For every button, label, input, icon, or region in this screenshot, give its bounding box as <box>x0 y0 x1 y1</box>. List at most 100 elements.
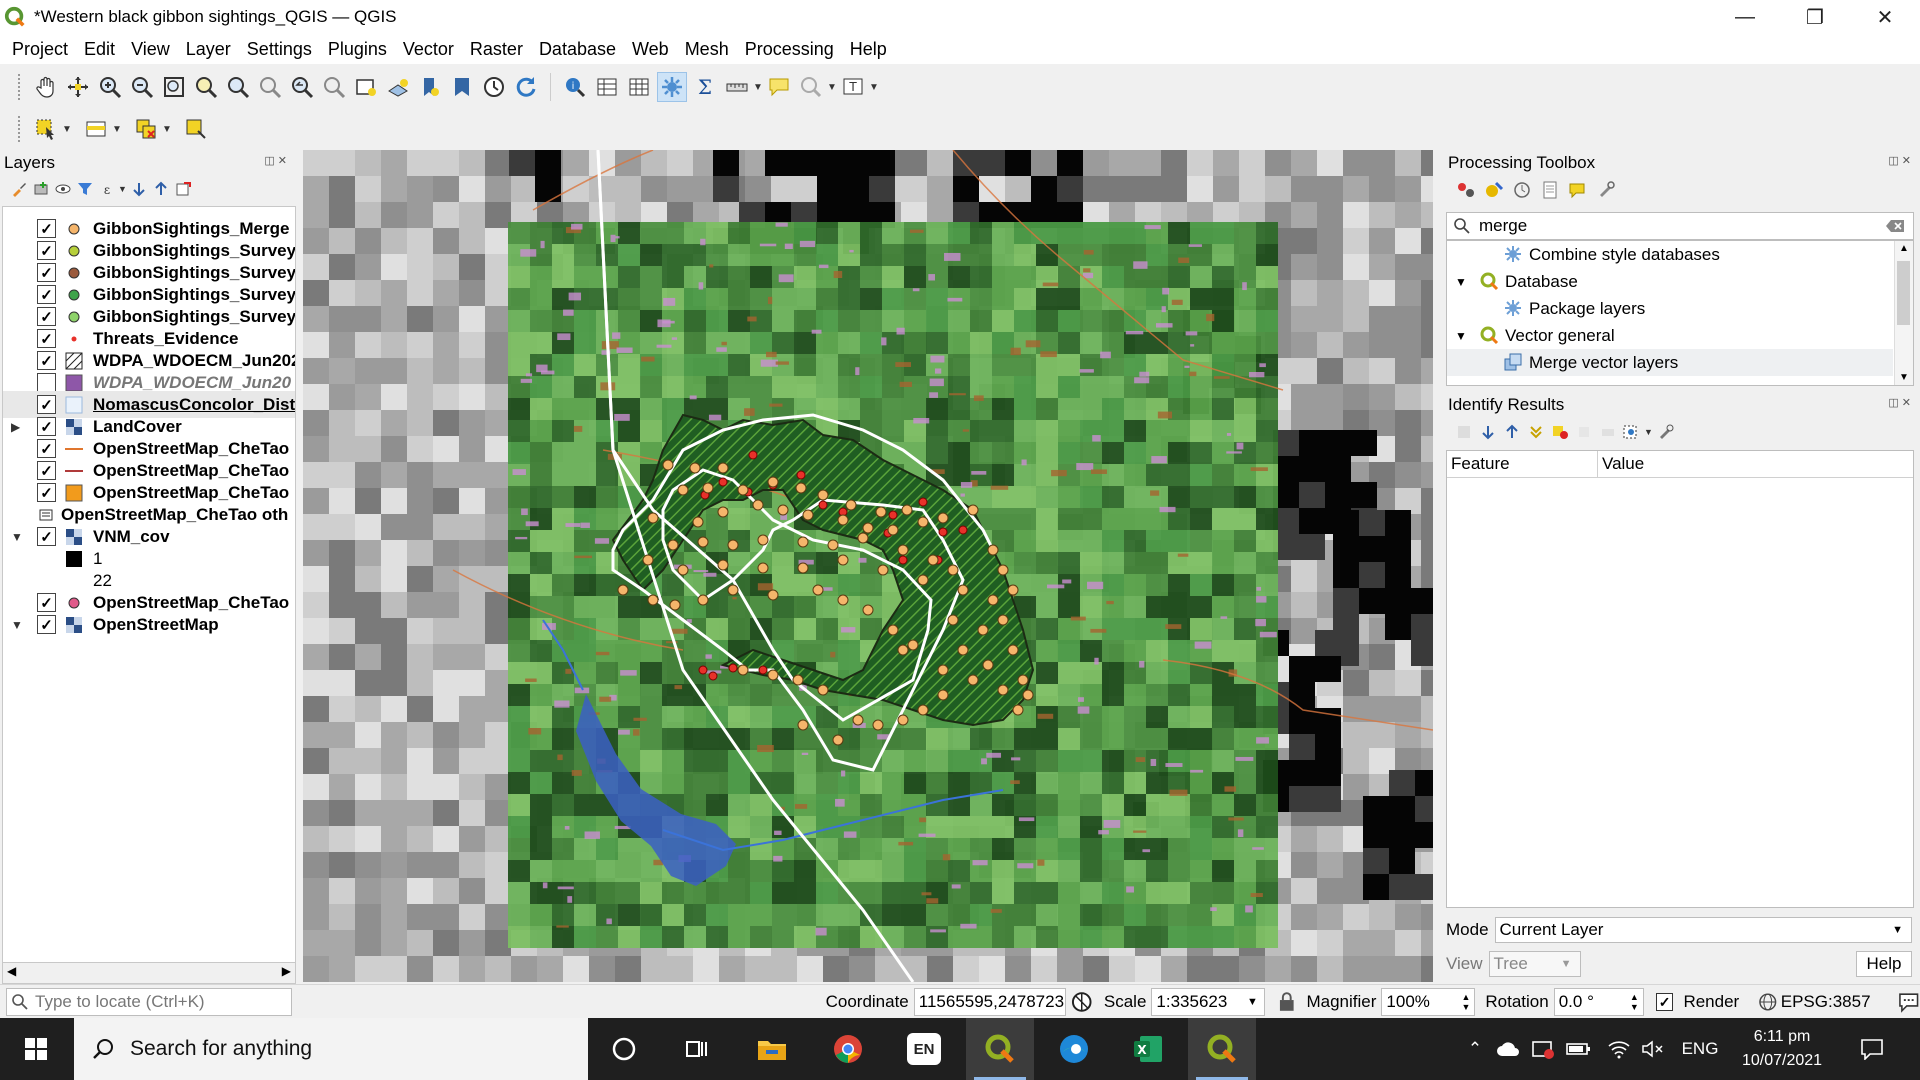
style-manager-icon[interactable] <box>8 179 30 199</box>
locator-icon[interactable] <box>797 73 825 101</box>
text-annotation-icon[interactable]: T <box>839 73 867 101</box>
expand-all-icon[interactable] <box>128 179 150 199</box>
view-select[interactable]: Tree ▼ <box>1488 951 1581 977</box>
toolbox-provider-row[interactable]: ▼ Vector general <box>1447 322 1893 349</box>
layer-visibility-checkbox[interactable]: ✓ <box>37 395 56 414</box>
layer-visibility-checkbox[interactable]: ✓ <box>37 439 56 458</box>
temporal-controller-icon[interactable] <box>480 73 508 101</box>
chevron-down-icon[interactable]: ▼ <box>753 82 763 93</box>
layer-visibility-checkbox[interactable]: ✓ <box>37 461 56 480</box>
history-icon[interactable] <box>1508 179 1536 201</box>
rotation-spinbox[interactable]: 0.0 ° ▲ ▼ <box>1553 988 1644 1016</box>
spin-arrows-icon[interactable]: ▲ ▼ <box>1630 992 1639 1012</box>
chevron-down-icon[interactable]: ▼ <box>869 82 879 93</box>
chevron-down-icon[interactable]: ▼ <box>1644 427 1654 437</box>
zoom-in-icon[interactable] <box>96 73 124 101</box>
chevron-down-icon[interactable]: ▼ <box>62 124 72 135</box>
coordinate-field[interactable]: 11565595,2478723 <box>913 988 1067 1016</box>
field-calculator-icon[interactable]: Σ <box>691 73 719 101</box>
layer-visibility-checkbox[interactable]: ✓ <box>37 483 56 502</box>
layer-visibility-checkbox[interactable]: ✓ <box>37 263 56 282</box>
language-indicator[interactable]: ENG <box>1680 1018 1720 1080</box>
menu-mesh[interactable]: Mesh <box>677 39 737 60</box>
select-features-icon[interactable] <box>32 115 60 143</box>
menu-settings[interactable]: Settings <box>239 39 320 60</box>
show-bookmarks-icon[interactable] <box>448 73 476 101</box>
defender-icon[interactable] <box>1528 1018 1558 1080</box>
layer-visibility-checkbox[interactable]: ✓ <box>37 527 56 546</box>
map-tips-icon[interactable] <box>765 73 793 101</box>
layer-visibility-checkbox[interactable]: ✓ <box>37 219 56 238</box>
toggle-extents-icon[interactable] <box>1070 990 1093 1014</box>
manage-visibility-icon[interactable] <box>52 179 74 199</box>
show-hidden-icons-chevron-icon[interactable]: ⌃ <box>1462 1018 1488 1080</box>
feature-column-header[interactable]: Feature <box>1447 451 1598 477</box>
results-viewer-icon[interactable] <box>1536 179 1564 201</box>
layer-visibility-checkbox[interactable] <box>37 373 56 392</box>
zoom-full-icon[interactable] <box>160 73 188 101</box>
menu-plugins[interactable]: Plugins <box>320 39 395 60</box>
layer-visibility-checkbox[interactable]: ✓ <box>37 417 56 436</box>
refresh-icon[interactable] <box>512 73 540 101</box>
clear-search-icon[interactable] <box>1885 219 1905 233</box>
layer-visibility-checkbox[interactable]: ✓ <box>37 307 56 326</box>
notifications-icon[interactable] <box>1852 1018 1892 1080</box>
layer-row[interactable]: ▼ ✓ OpenStreetMap <box>3 611 295 638</box>
chevron-down-icon[interactable]: ▼ <box>118 184 128 194</box>
qgis-second-window-icon[interactable] <box>1188 1018 1256 1080</box>
toolbar-grip[interactable] <box>18 116 24 142</box>
expand-new-results-icon[interactable] <box>1476 421 1500 443</box>
expand-arrow-icon[interactable]: ▼ <box>11 530 23 544</box>
layer-visibility-checkbox[interactable]: ✓ <box>37 329 56 348</box>
menu-help[interactable]: Help <box>842 39 895 60</box>
cortana-icon[interactable] <box>590 1018 658 1080</box>
toolbox-algorithm-row[interactable]: Package layers <box>1447 295 1893 322</box>
chevron-down-icon[interactable]: ▼ <box>162 124 172 135</box>
chevron-down-icon[interactable]: ▼ <box>827 82 837 93</box>
toolbar-grip[interactable] <box>18 74 24 100</box>
open-attribute-table-icon[interactable] <box>593 73 621 101</box>
panel-float-close-icon[interactable]: ◫✕ <box>1888 396 1914 409</box>
zoom-to-layer-icon[interactable] <box>224 73 252 101</box>
magnifier-spinbox[interactable]: 100% ▲ ▼ <box>1381 988 1476 1016</box>
onedrive-icon[interactable] <box>1494 1018 1524 1080</box>
zoom-to-selection-icon[interactable] <box>192 73 220 101</box>
minimize-button[interactable]: — <box>1710 0 1780 34</box>
toolbox-algorithm-row[interactable]: Merge vector layers <box>1447 349 1893 376</box>
toolbox-algorithm-row[interactable]: Combine style databases <box>1447 241 1893 268</box>
models-icon[interactable] <box>1452 179 1480 201</box>
expand-arrow-icon[interactable]: ▼ <box>11 618 23 632</box>
globe-icon[interactable] <box>1758 992 1778 1012</box>
mode-select[interactable]: Current Layer ▼ <box>1494 917 1912 943</box>
crs-button[interactable]: EPSG:3857 <box>1781 992 1871 1012</box>
new-map-view-icon[interactable] <box>352 73 380 101</box>
map-render[interactable] <box>303 150 1433 982</box>
task-view-icon[interactable] <box>662 1018 730 1080</box>
maximize-button[interactable]: ❐ <box>1780 0 1850 34</box>
collapse-all-icon[interactable] <box>1500 421 1524 443</box>
volume-muted-icon[interactable] <box>1638 1018 1668 1080</box>
pan-to-selection-icon[interactable] <box>64 73 92 101</box>
value-column-header[interactable]: Value <box>1598 451 1913 477</box>
new-bookmark-icon[interactable] <box>416 73 444 101</box>
menu-database[interactable]: Database <box>531 39 624 60</box>
panel-float-close-icon[interactable]: ◫✕ <box>1888 154 1914 167</box>
menu-edit[interactable]: Edit <box>76 39 123 60</box>
edge-icon[interactable] <box>1040 1018 1108 1080</box>
toolbox-search-box[interactable] <box>1446 212 1914 240</box>
print-icon[interactable] <box>1596 421 1620 443</box>
menu-raster[interactable]: Raster <box>462 39 531 60</box>
menu-vector[interactable]: Vector <box>395 39 462 60</box>
menu-layer[interactable]: Layer <box>178 39 239 60</box>
collapse-all-icon[interactable] <box>150 179 172 199</box>
toolbox-provider-row[interactable]: ▼ Database <box>1447 268 1893 295</box>
scripts-icon[interactable] <box>1480 179 1508 201</box>
scale-combo[interactable]: 1:335623 ▼ <box>1151 988 1265 1016</box>
layer-visibility-checkbox[interactable]: ✓ <box>37 615 56 634</box>
clock[interactable]: 6:11 pm 10/07/2021 <box>1734 1018 1830 1080</box>
file-explorer-icon[interactable] <box>738 1018 806 1080</box>
expand-arrow-icon[interactable]: ▼ <box>1455 275 1467 289</box>
copy-feature-icon[interactable] <box>1572 421 1596 443</box>
toolbox-search-input[interactable] <box>1477 215 1861 237</box>
panel-float-close-icon[interactable]: ◫✕ <box>264 154 290 167</box>
